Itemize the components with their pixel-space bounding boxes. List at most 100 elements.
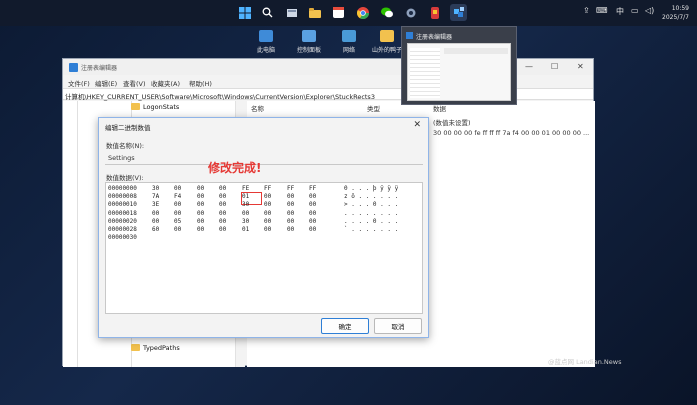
hex-byte[interactable]: 00 <box>219 218 226 225</box>
chrome-icon[interactable] <box>354 4 371 21</box>
hex-byte[interactable]: 00 <box>309 193 316 200</box>
hex-byte[interactable]: 00 <box>152 218 159 225</box>
hex-byte[interactable]: 00 <box>197 218 204 225</box>
hex-byte[interactable]: 7A <box>152 193 159 200</box>
hex-byte[interactable]: 00 <box>264 193 271 200</box>
hex-byte[interactable]: 00 <box>197 193 204 200</box>
tree-item-logonstats[interactable]: LogonStats <box>131 103 179 111</box>
hex-byte[interactable]: 00 <box>264 226 271 233</box>
hex-byte[interactable]: 00 <box>287 201 294 208</box>
desktop-icon-this-pc[interactable]: 此电脑 <box>251 30 281 54</box>
hex-byte[interactable]: 01 <box>242 226 249 233</box>
preview-header <box>444 48 508 54</box>
hex-byte[interactable]: 00 <box>219 210 226 217</box>
hex-row[interactable]: 00000008 7A F4 00 00 01 00 00 00 z ô . . . . . . <box>106 193 424 201</box>
hex-row[interactable]: 00000000 30 00 00 00 FE FF FF FF 0 . . . þ ÿ ÿ ÿ <box>106 185 424 193</box>
taskbar-clock[interactable]: 10:59 2025/7/7 <box>662 4 689 22</box>
hex-byte[interactable]: FF <box>287 185 294 192</box>
hex-byte[interactable]: 30 <box>242 201 249 208</box>
hex-byte[interactable]: F4 <box>174 193 181 200</box>
hex-byte[interactable]: 00 <box>174 226 181 233</box>
column-header-type[interactable]: 类型 <box>367 103 380 113</box>
hex-row[interactable]: 00000028 60 00 00 00 01 00 00 00 ` . . . . . . . <box>106 226 424 234</box>
wechat-icon[interactable] <box>378 4 395 21</box>
hex-byte[interactable]: 00 <box>287 226 294 233</box>
hex-byte[interactable]: 00 <box>287 210 294 217</box>
hex-row[interactable]: 00000018 00 00 00 00 00 00 00 00 . . . . . . . . <box>106 210 424 218</box>
window-title: 注册表编辑器 <box>81 65 118 72</box>
hex-address: 00000010 <box>108 201 137 209</box>
annotation-text: 修改完成! <box>208 161 262 175</box>
desktop-icon-network[interactable]: 网络 <box>334 30 364 54</box>
hex-byte[interactable]: 00 <box>242 210 249 217</box>
dialog-close-icon[interactable]: ✕ <box>413 120 421 130</box>
hex-byte[interactable]: 00 <box>197 210 204 217</box>
tree-item-typedpaths[interactable]: TypedPaths <box>131 344 180 352</box>
hex-byte[interactable]: 00 <box>309 218 316 225</box>
maximize-icon[interactable]: ☐ <box>551 62 558 71</box>
hex-row[interactable]: 00000030 <box>106 234 424 242</box>
hex-byte[interactable]: 00 <box>174 210 181 217</box>
ime-indicator[interactable]: 中 <box>616 6 624 17</box>
hex-byte[interactable]: 00 <box>219 201 226 208</box>
network-tray-icon[interactable]: ▭ <box>631 6 639 15</box>
menu-edit[interactable]: 编辑(E) <box>95 78 117 88</box>
hex-row[interactable]: 00000010 3E 00 00 00 30 00 00 00 > . . . 0 . . . <box>106 201 424 209</box>
hex-byte[interactable]: 00 <box>197 201 204 208</box>
hex-byte[interactable]: 00 <box>152 210 159 217</box>
ok-button[interactable]: 确定 <box>321 318 369 334</box>
hex-byte[interactable]: 00 <box>309 226 316 233</box>
desktop-icon-user-folder[interactable]: 山外的鸭子 <box>370 30 404 54</box>
hex-byte[interactable]: FF <box>264 185 271 192</box>
hex-byte[interactable]: 00 <box>174 201 181 208</box>
edit-binary-value-dialog: 编辑二进制数值 ✕ 数值名称(N): Settings 数值数据(V): 000… <box>98 117 429 338</box>
minimize-icon[interactable]: — <box>525 62 533 71</box>
app-icon-red[interactable] <box>426 4 443 21</box>
hex-byte[interactable]: 00 <box>264 210 271 217</box>
hex-row[interactable]: 00000020 00 05 00 00 30 00 00 00 . . . . 0 . . . <box>106 218 424 226</box>
settings-gear-icon[interactable] <box>402 4 419 21</box>
menu-help[interactable]: 帮助(H) <box>189 78 212 88</box>
hex-editor[interactable]: 00000000 30 00 00 00 FE FF FF FF 0 . . . þ ÿ ÿ ÿ0… <box>105 182 423 314</box>
hex-byte[interactable]: 00 <box>287 193 294 200</box>
keyboard-tray-icon[interactable]: ⌨ <box>596 6 608 15</box>
upload-tray-icon[interactable]: ⇪ <box>583 6 590 15</box>
file-explorer-icon[interactable] <box>306 4 323 21</box>
hex-byte[interactable]: 00 <box>309 210 316 217</box>
registry-editor-taskbar-icon[interactable] <box>450 4 467 21</box>
column-header-name[interactable]: 名称 <box>251 103 264 113</box>
hex-byte[interactable]: 60 <box>152 226 159 233</box>
task-view-icon[interactable] <box>283 4 300 21</box>
hex-byte[interactable]: 00 <box>197 226 204 233</box>
watermark: @蓝点网 Landian.News <box>548 358 622 366</box>
hex-byte[interactable]: 30 <box>242 218 249 225</box>
windows-start-icon[interactable] <box>236 4 253 21</box>
hex-byte[interactable]: 00 <box>219 185 226 192</box>
taskbar-thumbnail-preview[interactable]: 注册表编辑器 <box>401 26 517 105</box>
hex-byte[interactable]: 30 <box>152 185 159 192</box>
volume-tray-icon[interactable]: ◁) <box>645 6 654 15</box>
search-icon[interactable] <box>259 4 276 21</box>
close-icon[interactable]: ✕ <box>577 62 584 71</box>
hex-byte[interactable]: 00 <box>174 185 181 192</box>
hex-byte[interactable]: 01 <box>242 193 249 200</box>
hex-byte[interactable]: FE <box>242 185 249 192</box>
hex-byte[interactable]: 00 <box>219 193 226 200</box>
hex-byte[interactable]: 00 <box>264 218 271 225</box>
hex-byte[interactable]: 00 <box>287 218 294 225</box>
hex-byte[interactable]: 00 <box>264 201 271 208</box>
cancel-button[interactable]: 取消 <box>374 318 422 334</box>
menu-favorites[interactable]: 收藏夹(A) <box>151 78 180 88</box>
menu-view[interactable]: 查看(V) <box>123 78 146 88</box>
hex-byte[interactable]: 3E <box>152 201 159 208</box>
hex-byte[interactable]: 00 <box>219 226 226 233</box>
hex-byte[interactable]: 05 <box>174 218 181 225</box>
hex-ascii: 0 . . . þ ÿ ÿ ÿ <box>344 185 399 192</box>
desktop-icon-control-panel[interactable]: 控制面板 <box>294 30 324 54</box>
address-path: 计算机\HKEY_CURRENT_USER\Software\Microsoft… <box>65 93 375 101</box>
menu-file[interactable]: 文件(F) <box>68 78 90 88</box>
hex-byte[interactable]: 00 <box>309 201 316 208</box>
hex-byte[interactable]: 00 <box>197 185 204 192</box>
calendar-app-icon[interactable] <box>330 4 347 21</box>
hex-byte[interactable]: FF <box>309 185 316 192</box>
